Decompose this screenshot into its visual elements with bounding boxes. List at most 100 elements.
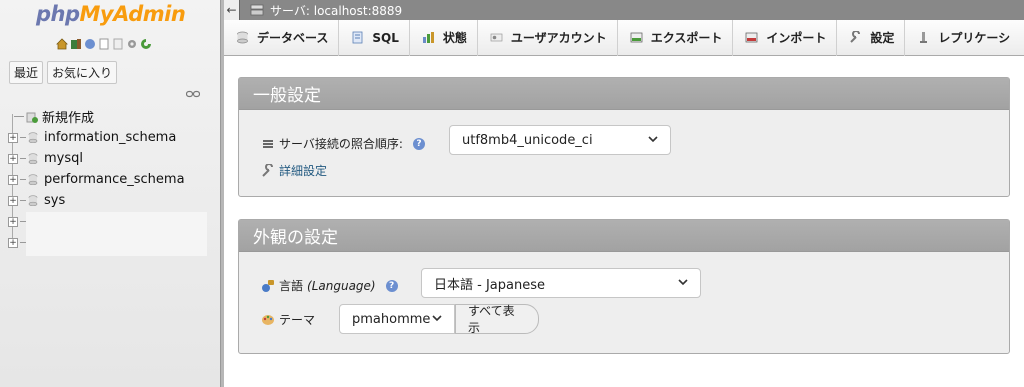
tab-label: インポート xyxy=(766,31,827,45)
tab-user-accounts[interactable]: ユーザアカウント xyxy=(478,19,618,56)
collation-select[interactable]: utf8mb4_unicode_ci xyxy=(449,125,671,155)
phpmyadmin-logo[interactable]: phpMyAdmin xyxy=(36,2,186,26)
theme-row: テーマ xyxy=(261,311,315,328)
database-icon xyxy=(28,174,38,185)
gear-icon[interactable] xyxy=(126,38,138,50)
database-icon xyxy=(236,31,249,44)
recent-tab[interactable]: 最近 xyxy=(9,61,44,84)
nav-resizer[interactable] xyxy=(220,0,224,387)
tree-item-sys[interactable]: + sys xyxy=(8,190,220,211)
more-settings-label: 詳細設定 xyxy=(279,164,328,178)
view-all-themes-button[interactable]: すべて表示 xyxy=(455,304,539,335)
tree-item-performance-schema[interactable]: + performance_schema xyxy=(8,169,220,190)
top-area: ← サーバ: localhost:8889 データベース SQL 状態 ユーザア… xyxy=(224,0,1024,56)
theme-palette-icon xyxy=(262,314,274,325)
collapse-arrow-icon[interactable]: ← xyxy=(224,0,240,20)
tree-connector xyxy=(14,116,24,117)
replication-icon xyxy=(917,31,930,44)
expand-icon[interactable]: + xyxy=(8,132,18,143)
panel-title: 外観の設定 xyxy=(239,220,1009,252)
tab-label: データベース xyxy=(257,31,329,45)
tab-export[interactable]: エクスポート xyxy=(618,19,734,56)
theme-select[interactable]: pmahomme xyxy=(339,304,455,334)
reload-icon[interactable] xyxy=(140,38,152,50)
help-icon[interactable] xyxy=(84,38,96,50)
more-settings-link[interactable]: 詳細設定 xyxy=(261,162,327,179)
tree-item-new[interactable]: 新規作成 xyxy=(8,106,220,127)
users-icon xyxy=(490,31,503,44)
panel-title: 一般設定 xyxy=(239,78,1009,110)
language-row: 言語 (Language) ? xyxy=(261,277,398,294)
tree-item-label: 新規作成 xyxy=(42,111,95,126)
tab-replication[interactable]: レプリケーシ xyxy=(905,20,1020,56)
expand-icon[interactable]: + xyxy=(8,174,18,185)
theme-label: テーマ xyxy=(279,313,316,327)
language-label: 言語 xyxy=(279,279,304,293)
database-icon xyxy=(28,132,38,143)
logo-php-text: php xyxy=(36,2,80,26)
language-value: 日本語 - Japanese xyxy=(434,277,545,293)
theme-value: pmahomme xyxy=(352,311,431,327)
help-icon[interactable]: ? xyxy=(412,137,425,150)
logout-icon[interactable] xyxy=(70,38,82,50)
tree-item-label: information_schema xyxy=(44,130,177,145)
tab-label: ユーザアカウント xyxy=(510,31,607,45)
tab-label: 状態 xyxy=(442,31,467,45)
language-label-en: (Language) xyxy=(307,278,376,293)
nav-tabs: 最近 お気に入り xyxy=(9,61,118,84)
tab-import[interactable]: インポート xyxy=(733,19,838,56)
expand-icon[interactable]: + xyxy=(8,195,18,206)
collation-icon xyxy=(263,139,273,148)
help-icon[interactable]: ? xyxy=(385,279,398,292)
tree-item-information-schema[interactable]: + information_schema xyxy=(8,127,220,148)
export-icon xyxy=(630,31,643,44)
tree-item-label: performance_schema xyxy=(44,172,185,187)
sql-icon xyxy=(351,31,364,44)
favorites-tab[interactable]: お気に入り xyxy=(47,61,118,84)
tab-status[interactable]: 状態 xyxy=(410,19,478,56)
collation-value: utf8mb4_unicode_ci xyxy=(462,132,593,148)
tree-connector xyxy=(20,158,26,159)
tab-databases[interactable]: データベース xyxy=(224,19,340,56)
database-icon xyxy=(28,195,38,206)
status-icon xyxy=(422,31,435,44)
appearance-settings-panel: 外観の設定 言語 (Language) ? 日本語 - Japanese テーマ… xyxy=(238,219,1010,354)
sql-docs-icon[interactable] xyxy=(112,38,124,50)
logo-admin-text: MyAdmin xyxy=(79,2,186,26)
expand-icon[interactable]: + xyxy=(8,153,18,164)
tree-item-label: mysql xyxy=(44,151,83,166)
home-icon[interactable] xyxy=(56,38,68,50)
server-breadcrumb[interactable]: サーバ: localhost:8889 xyxy=(270,2,402,19)
wrench-icon xyxy=(262,164,273,177)
view-all-label: すべて表示 xyxy=(468,304,515,335)
tree-item-label: sys xyxy=(44,193,66,208)
tree-placeholder xyxy=(26,212,207,256)
expand-icon[interactable]: + xyxy=(8,237,18,248)
database-icon xyxy=(28,153,38,164)
server-breadcrumb-bar: ← サーバ: localhost:8889 xyxy=(224,0,1024,20)
new-database-icon xyxy=(26,111,38,123)
tree-connector xyxy=(20,137,26,138)
chevron-down-icon xyxy=(648,136,658,143)
quick-links xyxy=(56,38,152,50)
tree-item-mysql[interactable]: + mysql xyxy=(8,148,220,169)
wrench-icon xyxy=(849,31,862,44)
tab-sql[interactable]: SQL xyxy=(339,19,410,56)
link-icon[interactable] xyxy=(186,90,200,98)
tab-label: レプリケーシ xyxy=(938,31,1011,45)
collation-label: サーバ接続の照合順序: xyxy=(279,137,403,151)
language-icon xyxy=(262,279,274,292)
tree-connector xyxy=(20,179,26,180)
tab-settings[interactable]: 設定 xyxy=(837,19,906,56)
navigation-panel: phpMyAdmin 最近 お気に入り 新規作成 + information_s… xyxy=(0,0,222,387)
chevron-down-icon xyxy=(678,279,688,286)
main-menu: データベース SQL 状態 ユーザアカウント エクスポート インポート 設定 レ… xyxy=(224,19,1024,56)
general-settings-panel: 一般設定 サーバ接続の照合順序: ? utf8mb4_unicode_ci 詳細… xyxy=(238,77,1010,197)
tab-label: 設定 xyxy=(870,31,895,45)
expand-icon[interactable]: + xyxy=(8,216,18,227)
tree-connector xyxy=(20,200,26,201)
tab-label: エクスポート xyxy=(650,31,723,45)
server-icon xyxy=(250,4,264,16)
language-select[interactable]: 日本語 - Japanese xyxy=(421,268,701,298)
docs-icon[interactable] xyxy=(98,38,110,50)
